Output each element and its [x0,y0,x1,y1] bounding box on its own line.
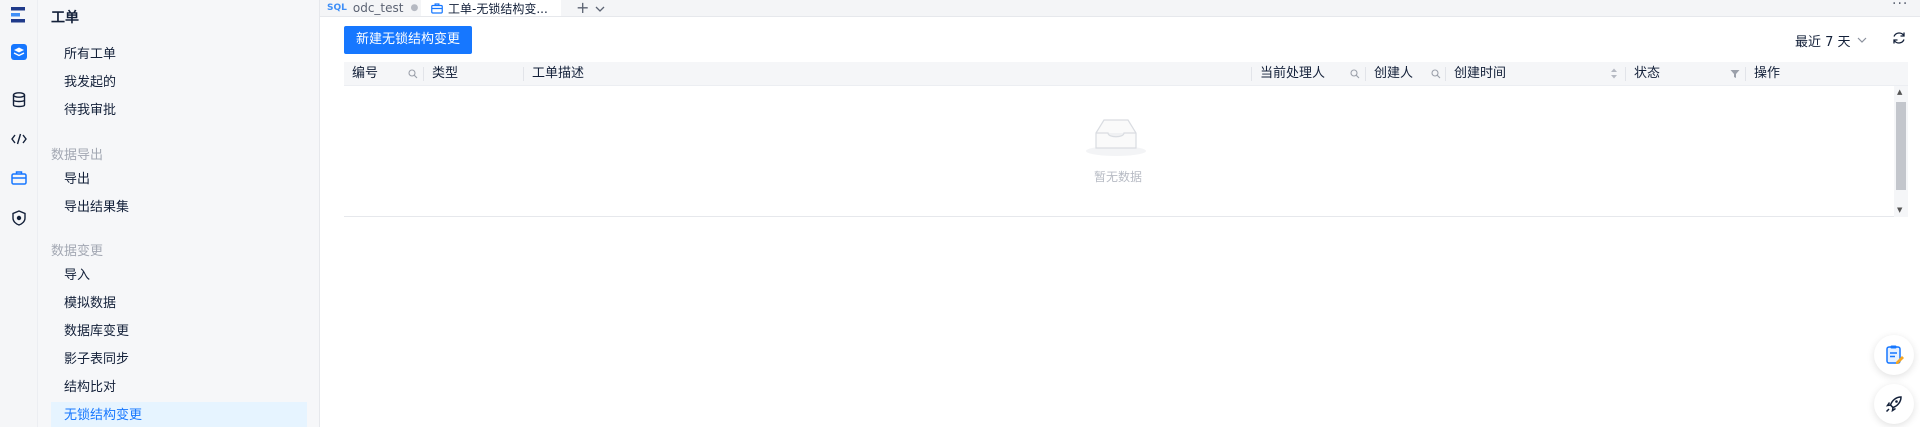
more-icon[interactable]: ··· [1892,0,1908,12]
sort-icon[interactable] [1610,67,1622,79]
tab-label: odc_test [352,1,404,15]
database-icon[interactable] [9,90,29,110]
menu-group-change: 数据变更 [51,244,104,259]
briefcase-icon[interactable] [9,168,29,188]
logo-icon[interactable] [9,5,29,25]
side-menu: 工单 所有工单 我发起的 待我审批 数据导出 导出 导出结果集 数据变更 导入 … [38,0,320,427]
menu-item-all-tickets[interactable]: 所有工单 [51,41,307,69]
column-id: 编号 [352,66,379,81]
menu-item-import[interactable]: 导入 [51,262,307,290]
column-type: 类型 [432,66,459,81]
filter-icon[interactable] [1730,68,1742,80]
feedback-float-button[interactable] [1874,335,1914,375]
menu-title: 工单 [51,10,79,26]
new-osc-button[interactable]: 新建无锁结构变更 [344,26,473,54]
vertical-scrollbar[interactable]: ▲ ▼ [1894,86,1908,217]
column-created-time: 创建时间 [1454,66,1507,81]
rocket-icon [1885,396,1902,413]
column-creator: 创建人 [1374,66,1414,81]
tab-sql-odc-test[interactable]: SQL odc_test ● [327,0,427,16]
sql-badge: SQL [327,3,347,13]
scroll-up-icon[interactable]: ▲ [1897,88,1902,96]
layers-icon[interactable] [9,42,29,62]
inbox-empty-icon [1085,115,1147,157]
menu-item-initiated[interactable]: 我发起的 [51,69,307,97]
empty-state-text: 暂无数据 [1094,170,1143,184]
tab-ticket-osc[interactable]: 工单-无锁结构变... [421,0,561,16]
column-actions: 操作 [1754,66,1781,81]
tab-label: 工单-无锁结构变... [448,1,548,16]
table-body: 暂无数据 [344,86,1908,217]
code-icon[interactable] [9,129,29,149]
menu-item-export[interactable]: 导出 [51,166,307,194]
add-tab-icon[interactable]: + [576,0,589,17]
column-status: 状态 [1634,66,1661,81]
tab-bar: SQL odc_test ● 工单-无锁结构变... + ··· [320,0,1920,17]
tab-close-dot-icon[interactable]: ● [410,3,418,13]
search-icon[interactable] [1431,68,1443,80]
menu-item-export-resultset[interactable]: 导出结果集 [51,194,307,222]
column-description: 工单描述 [532,66,585,81]
shield-icon[interactable] [9,208,29,228]
search-icon[interactable] [408,68,420,80]
menu-group-export: 数据导出 [51,148,104,163]
app-rail [0,0,38,427]
menu-item-online-schema-change[interactable]: 无锁结构变更 [51,402,307,427]
menu-item-db-change[interactable]: 数据库变更 [51,318,307,346]
menu-item-shadow-table-sync[interactable]: 影子表同步 [51,346,307,374]
column-current-handler: 当前处理人 [1260,66,1326,81]
chevron-down-icon [1857,37,1866,43]
briefcase-icon [431,2,443,14]
clipboard-edit-icon [1886,345,1904,364]
scrollbar-thumb[interactable] [1896,102,1906,190]
menu-item-pending-approval[interactable]: 待我审批 [51,97,307,125]
search-icon[interactable] [1350,68,1362,80]
scroll-down-icon[interactable]: ▼ [1897,206,1902,214]
menu-item-mock-data[interactable]: 模拟数据 [51,290,307,318]
table-header: 编号 类型 工单描述 当前处理人 创建人 创建时间 状态 操作 [344,62,1908,86]
menu-item-structure-compare[interactable]: 结构比对 [51,374,307,402]
chevron-down-icon[interactable] [595,2,605,12]
launch-float-button[interactable] [1874,384,1914,424]
time-range-label: 最近 7 天 [1795,35,1851,50]
time-range-select[interactable]: 最近 7 天 [1795,31,1867,50]
refresh-icon[interactable] [1892,31,1908,47]
